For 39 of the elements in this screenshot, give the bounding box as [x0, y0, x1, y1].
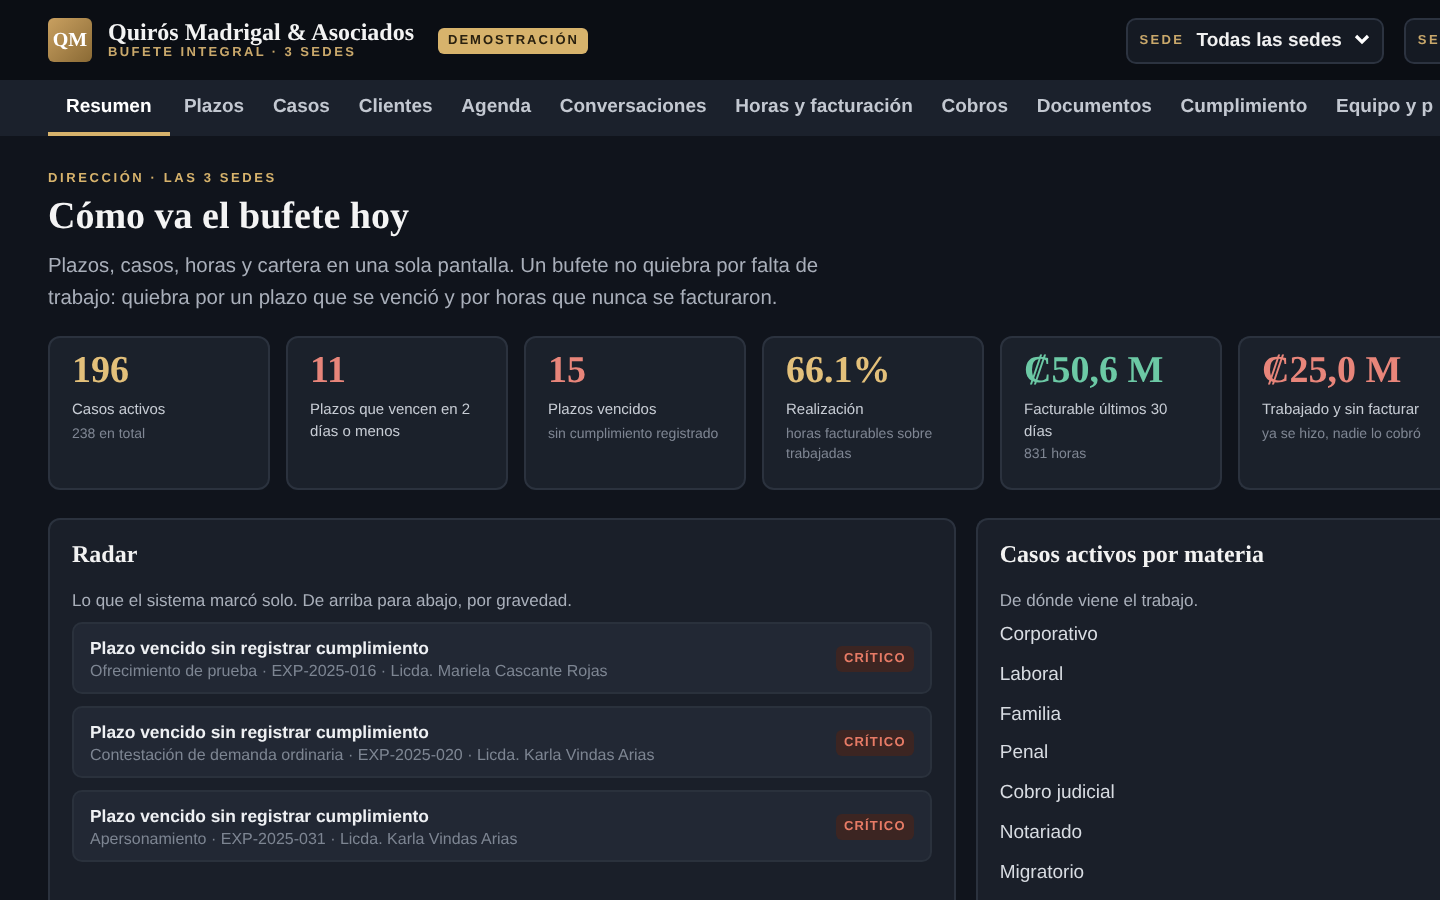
nav-tab[interactable]: Documentos [1022, 80, 1167, 136]
panel-title: Casos activos por materia [999, 540, 1266, 570]
matter-label: Corporativo [999, 622, 1100, 650]
intro-text: Plazos, casos, horas y cartera en una sola pantalla. Un bufete no quiebra por falta de trabajo: quiebra por un plazo que se venció y por horas que nunca se facturaron. [48, 254, 821, 313]
nav-tab[interactable]: Agenda [446, 80, 546, 136]
page-title: Cómo va el bufete hoy [48, 196, 411, 240]
nav-tab[interactable]: Resumen [48, 80, 170, 136]
nav-tab[interactable]: Clientes [344, 80, 447, 136]
nav-tab[interactable]: Conversaciones [545, 80, 721, 136]
nav-tab[interactable]: Horas y facturación [720, 80, 928, 136]
panel-subtitle: Lo que el sistema marcó solo. De arriba para abajo, por gravedad. [72, 590, 574, 610]
panel-subtitle: De dónde viene el trabajo. [999, 590, 1201, 610]
stat-value: 196 [72, 350, 131, 394]
stat-value: ₡50,6 M [1024, 350, 1166, 394]
logo-icon: QM [48, 18, 92, 62]
nav-tab[interactable]: Cumplimiento [1166, 80, 1322, 136]
alert-title: Plazo vencido sin registrar cumplimiento [90, 637, 431, 657]
matter-label: Migratorio [999, 859, 1087, 888]
matter-label: Familia [999, 701, 1063, 729]
matter-label: Penal [999, 740, 1051, 769]
nav-tab[interactable]: Equipo y p [1321, 80, 1440, 136]
caret-icon [1353, 34, 1370, 46]
alert-title: Plazo vencido sin registrar cumplimiento [90, 721, 431, 741]
nav-tab[interactable]: Casos [258, 80, 345, 136]
stat-value: 11 [310, 350, 348, 394]
stat-value: 66.1% [786, 350, 893, 394]
matter-label: Laboral [999, 661, 1066, 690]
matter-label: Notariado [999, 819, 1085, 848]
nav-tab[interactable]: Cobros [927, 80, 1023, 136]
alert-detail: Contestación de demanda ordinaria · EXP-2025-020 · Licda. Karla Vindas Arias [90, 745, 657, 763]
matter-label: Cobro judicial [999, 780, 1117, 808]
alert-detail: Apersonamiento · EXP-2025-031 · Licda. Karla Vindas Arias [90, 829, 520, 847]
firm-name: Quirós Madrigal & Asociados [108, 20, 415, 46]
stat-value: 15 [548, 350, 588, 394]
stat-value: ₡25,0 M [1262, 350, 1404, 394]
nav-tab[interactable]: Plazos [169, 80, 259, 136]
panel-title: Radar [72, 540, 140, 570]
alert-detail: Ofrecimiento de prueba · EXP-2025-016 · Licda. Mariela Cascante Rojas [90, 661, 610, 679]
alert-title: Plazo vencido sin registrar cumplimiento [90, 805, 431, 825]
